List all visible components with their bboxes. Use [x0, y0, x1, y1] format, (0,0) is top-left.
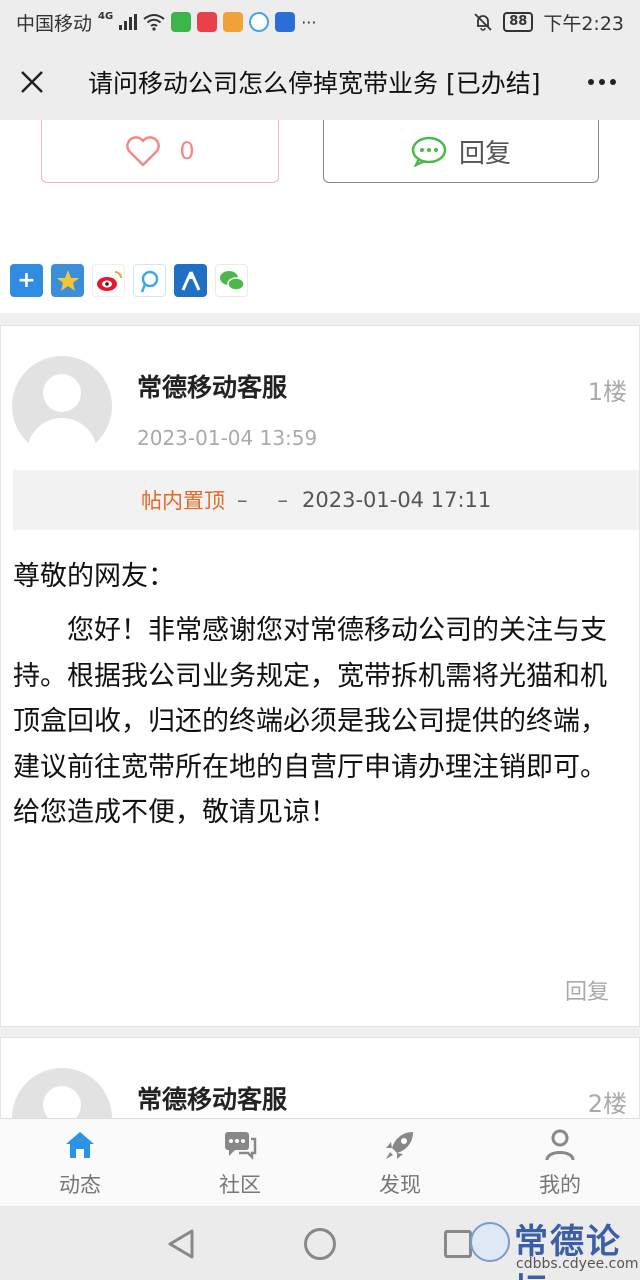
- post-author[interactable]: 常德移动客服: [137, 1080, 287, 1116]
- mute-bell-icon: [474, 13, 492, 31]
- renren-icon[interactable]: [174, 264, 207, 297]
- system-nav-bar: 常德论坛 cdbbs.cdyee.com: [0, 1206, 640, 1280]
- carrier-label: 中国移动: [16, 12, 93, 35]
- more-button[interactable]: [564, 44, 640, 120]
- nav-label: 动态: [59, 1173, 101, 1197]
- battery-icon: 88: [503, 12, 534, 32]
- thread-content[interactable]: 0 回复 + 常德移动客服 1楼 2023-01-04 13:59 帖内置顶 –…: [0, 120, 640, 1118]
- avatar[interactable]: [12, 356, 112, 456]
- network-type: 4G: [98, 10, 114, 22]
- app-notification-icon: [275, 12, 296, 32]
- heart-icon: [126, 136, 161, 167]
- bottom-nav: 动态 社区 发现 我的: [0, 1118, 640, 1206]
- signal-icon: [119, 14, 138, 30]
- post-floor: 1楼: [587, 378, 627, 406]
- close-icon: [21, 71, 43, 93]
- reply-button-label: 回复: [458, 138, 511, 169]
- user-icon: [542, 1127, 578, 1163]
- like-count: 0: [179, 137, 195, 165]
- home-icon: [62, 1127, 98, 1163]
- watermark-url: cdbbs.cdyee.com: [516, 1256, 639, 1272]
- qzone-icon[interactable]: [51, 264, 84, 297]
- reply-button[interactable]: 回复: [323, 120, 599, 183]
- thread-actions-card: 0 回复 +: [0, 120, 640, 313]
- pin-dash: –: [237, 488, 248, 512]
- avatar[interactable]: [12, 1068, 112, 1118]
- nav-item-mine[interactable]: 我的: [480, 1119, 640, 1206]
- nav-item-community[interactable]: 社区: [160, 1119, 320, 1206]
- nav-label: 社区: [219, 1173, 261, 1197]
- wifi-icon: [143, 14, 165, 31]
- nav-label: 我的: [539, 1173, 581, 1197]
- more-dot: [588, 79, 594, 85]
- forum-watermark: 常德论坛 cdbbs.cdyee.com: [470, 1212, 640, 1280]
- post-time: 2023-01-04 13:59: [137, 426, 318, 450]
- pin-bar: 帖内置顶 – – 2023-01-04 17:11: [13, 470, 639, 530]
- post-2: 常德移动客服 2楼: [0, 1037, 640, 1118]
- like-button[interactable]: 0: [41, 120, 279, 183]
- weibo-icon[interactable]: [92, 264, 125, 297]
- post-reply-link[interactable]: 回复: [565, 974, 609, 1006]
- app-notification-icon: [249, 12, 270, 32]
- more-dot: [599, 79, 605, 85]
- chat-bubble-icon: [411, 136, 447, 167]
- chat-icon: [222, 1127, 258, 1163]
- title-bar: 请问移动公司怎么停掉宽带业务 [已办结]: [0, 44, 640, 120]
- tencent-weibo-icon[interactable]: [133, 264, 166, 297]
- post-1: 常德移动客服 1楼 2023-01-04 13:59 帖内置顶 – – 2023…: [0, 325, 640, 1027]
- forum-logo-icon: [470, 1222, 510, 1262]
- close-button[interactable]: [0, 44, 64, 120]
- page-title: 请问移动公司怎么停掉宽带业务 [已办结]: [88, 69, 541, 98]
- recent-apps-icon[interactable]: [444, 1230, 472, 1258]
- post-greeting: 尊敬的网友：: [13, 561, 175, 592]
- status-bar: 中国移动 4G ··· 88 下午2:23: [0, 0, 640, 44]
- pin-dash: –: [277, 488, 289, 512]
- home-circle-icon[interactable]: [304, 1228, 336, 1260]
- nav-label: 发现: [379, 1173, 421, 1197]
- status-time: 下午2:23: [543, 12, 624, 35]
- post-author[interactable]: 常德移动客服: [137, 368, 287, 404]
- back-triangle-icon[interactable]: [166, 1228, 196, 1260]
- post-floor: 2楼: [587, 1090, 627, 1118]
- share-bar: +: [10, 264, 248, 297]
- app-notification-icon: [171, 12, 192, 32]
- more-dot: [610, 79, 616, 85]
- post-body: 您好！非常感谢您对常德移动公司的关注与支持。根据我公司业务规定，宽带拆机需将光猫…: [13, 615, 607, 828]
- nav-item-dynamic[interactable]: 动态: [0, 1119, 160, 1206]
- rocket-icon: [382, 1127, 418, 1163]
- app-notification-icon: [197, 12, 218, 32]
- more-notifications-icon: ···: [301, 12, 317, 32]
- pin-time: 2023-01-04 17:11: [302, 488, 492, 512]
- pin-label: 帖内置顶: [141, 489, 225, 513]
- app-notification-icon: [223, 12, 244, 32]
- wechat-icon[interactable]: [215, 264, 248, 297]
- plus-icon[interactable]: +: [10, 264, 43, 297]
- nav-item-discover[interactable]: 发现: [320, 1119, 480, 1206]
